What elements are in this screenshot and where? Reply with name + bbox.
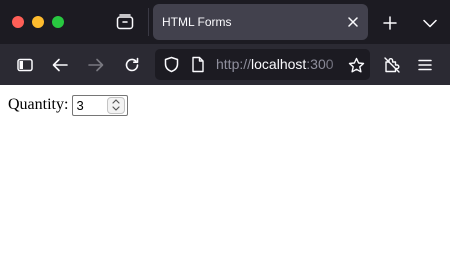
url-host: localhost (251, 56, 307, 72)
nav-toolbar: http://localhost:300 (0, 44, 450, 85)
star-icon[interactable] (346, 55, 366, 75)
tab-html-forms[interactable]: HTML Forms (153, 4, 368, 40)
window-close-button[interactable] (12, 16, 24, 28)
shield-icon[interactable] (163, 56, 180, 73)
puzzle-icon[interactable] (381, 54, 403, 76)
quantity-input[interactable] (73, 95, 108, 115)
tab-overview-icon[interactable] (113, 11, 137, 33)
tab-title: HTML Forms (162, 15, 232, 29)
tab-separator (148, 8, 149, 36)
quantity-field: Quantity: (8, 94, 129, 116)
spin-down-icon[interactable] (108, 105, 124, 113)
back-arrow-icon[interactable] (49, 54, 71, 76)
quantity-stepper[interactable] (72, 94, 129, 116)
forward-arrow-icon[interactable] (85, 54, 107, 76)
quantity-spinner[interactable] (107, 96, 126, 114)
url-bar[interactable]: http://localhost:300 (155, 49, 370, 80)
reload-icon[interactable] (121, 54, 143, 76)
window-minimize-button[interactable] (32, 16, 44, 28)
sidebar-icon[interactable] (14, 54, 36, 76)
plus-icon[interactable] (380, 13, 400, 33)
url-text[interactable]: http://localhost:300 (216, 49, 334, 80)
chevron-down-icon[interactable] (420, 13, 440, 33)
tab-bar: HTML Forms (0, 0, 450, 44)
hamburger-menu-icon[interactable] (414, 54, 436, 76)
window-zoom-button[interactable] (52, 16, 64, 28)
close-icon[interactable] (344, 13, 362, 31)
url-prefix: http:// (216, 56, 252, 72)
page-content: Quantity: (0, 85, 450, 258)
page-icon[interactable] (191, 56, 205, 73)
quantity-label: Quantity: (8, 96, 69, 113)
